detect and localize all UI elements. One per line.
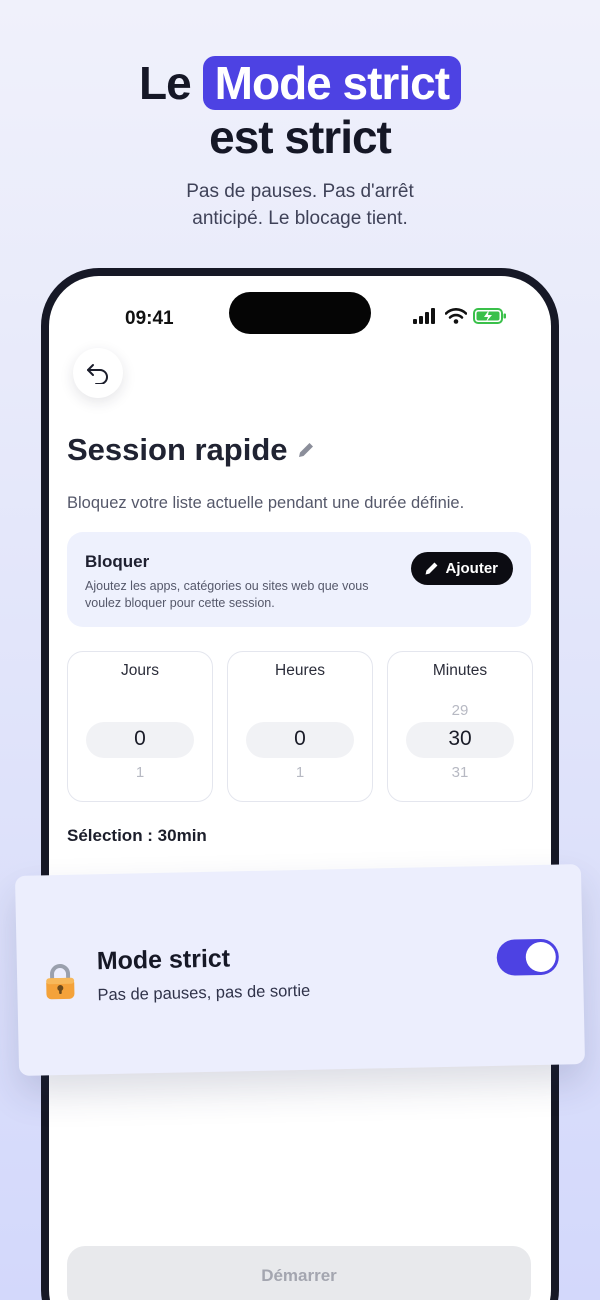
- title-row: Session rapide: [67, 432, 316, 468]
- picker-next-value: 31: [451, 764, 469, 781]
- status-icons: [413, 308, 507, 324]
- back-button[interactable]: [73, 348, 123, 398]
- strict-mode-toggle[interactable]: [496, 938, 560, 976]
- strict-mode-card: Mode strict Pas de pauses, pas de sortie: [14, 864, 586, 1076]
- marketing-subtitle: Pas de pauses. Pas d'arrêt anticipé. Le …: [0, 178, 600, 232]
- subtitle-line2: anticipé. Le blocage tient.: [192, 208, 408, 229]
- picker-next-value: 1: [135, 764, 145, 781]
- page-description: Bloquez votre liste actuelle pendant une…: [67, 494, 465, 512]
- block-title: Bloquer: [85, 552, 150, 571]
- days-picker[interactable]: Jours 0 1: [67, 651, 213, 802]
- picker-prev-value: 29: [451, 702, 469, 719]
- back-arrow-icon: [87, 364, 108, 384]
- selection-summary: Sélection : 30min: [67, 826, 207, 845]
- picker-value: 30: [448, 727, 472, 750]
- block-subtitle: Ajoutez les apps, catégories ou sites we…: [85, 579, 369, 610]
- dynamic-island: [229, 292, 371, 334]
- headline-prefix: Le: [138, 57, 192, 109]
- status-time: 09:41: [125, 308, 174, 329]
- pencil-icon[interactable]: [296, 440, 316, 460]
- block-card: Bloquer Ajoutez les apps, catégories ou …: [67, 532, 531, 627]
- battery-charging-icon: [473, 308, 506, 324]
- add-button-label: Ajouter: [445, 560, 499, 577]
- headline-line2: est strict: [209, 111, 392, 163]
- headline-highlight: Mode strict: [202, 56, 462, 110]
- wifi-icon: [445, 308, 467, 324]
- strict-mode-subtitle: Pas de pauses, pas de sortie: [97, 981, 311, 1005]
- start-button[interactable]: Démarrer: [67, 1246, 531, 1300]
- lock-icon: [46, 964, 75, 1000]
- phone-frame: 09:41 Session rapide Bloquez votre liste…: [41, 268, 559, 1300]
- hours-picker[interactable]: Heures 0 1: [227, 651, 373, 802]
- minutes-picker[interactable]: Minutes 29 30 31: [387, 651, 533, 802]
- picker-label: Jours: [121, 662, 159, 679]
- marketing-headline: Le Mode strict est strict: [0, 56, 600, 164]
- subtitle-line1: Pas de pauses. Pas d'arrêt: [186, 181, 414, 202]
- picker-label: Minutes: [432, 662, 488, 679]
- picker-value: 0: [134, 727, 146, 750]
- strict-mode-title: Mode strict: [96, 944, 231, 976]
- signal-icon: [413, 308, 435, 324]
- picker-value: 0: [294, 727, 306, 750]
- pencil-icon: [425, 562, 437, 575]
- page-title: Session rapide: [67, 432, 288, 467]
- toggle-knob: [525, 941, 557, 973]
- phone-screen: 09:41 Session rapide Bloquez votre liste…: [49, 276, 551, 1300]
- picker-next-value: 1: [295, 764, 305, 781]
- picker-label: Heures: [275, 662, 325, 679]
- add-button[interactable]: Ajouter: [410, 552, 513, 585]
